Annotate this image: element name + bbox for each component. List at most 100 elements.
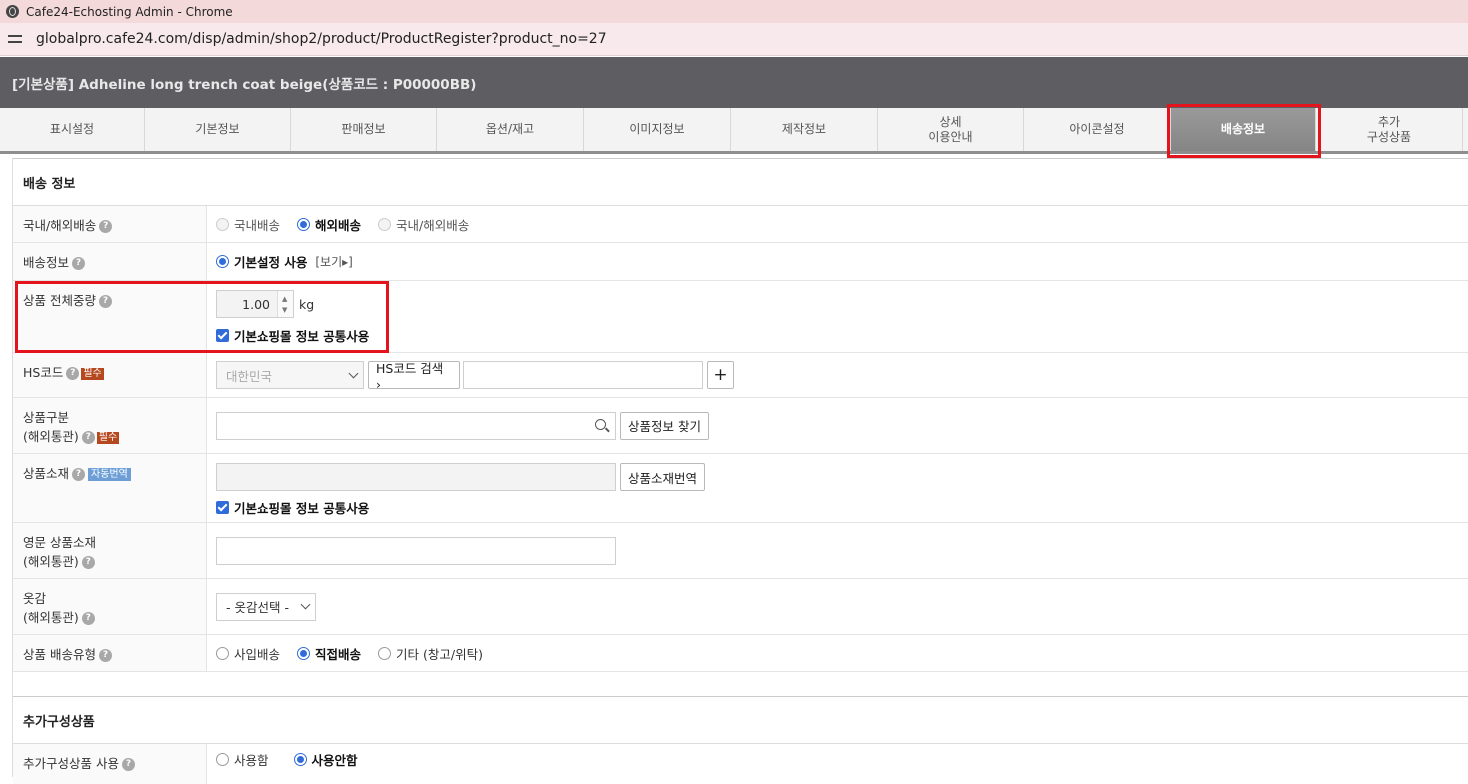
english-material-input[interactable] bbox=[216, 536, 616, 565]
shipping-section: 배송 정보 국내/해외배송? 국내배송 해외배송 국내/해외배송 배송정보? 기… bbox=[13, 158, 1468, 672]
tab-image-info[interactable]: 이미지정보 bbox=[584, 108, 731, 151]
radio-not-use[interactable]: 사용안함 bbox=[293, 750, 358, 769]
auto-translate-badge: 자동번역 bbox=[88, 468, 131, 481]
product-category-input[interactable] bbox=[216, 411, 616, 440]
weight-value: 1.00 ▲ ▼ kg 기본쇼핑몰 정보 공통사용 bbox=[207, 281, 1468, 352]
section-title: 배송 정보 bbox=[13, 159, 1468, 206]
radio-domestic[interactable]: 국내배송 bbox=[216, 215, 280, 234]
country-select[interactable]: 대한민국 bbox=[216, 361, 364, 389]
delivery-type-options: 사입배송 직접배송 기타 (창고/위탁) bbox=[207, 635, 1468, 671]
help-icon[interactable]: ? bbox=[98, 295, 112, 308]
help-icon[interactable]: ? bbox=[72, 257, 86, 270]
tab-sales-info[interactable]: 판매정보 bbox=[291, 108, 437, 151]
label-shipping-info: 배송정보? bbox=[13, 243, 207, 280]
radio-icon[interactable] bbox=[293, 752, 307, 766]
radio-purchase-delivery[interactable]: 사입배송 bbox=[216, 644, 280, 663]
radio-icon[interactable] bbox=[297, 217, 311, 231]
help-icon[interactable]: ? bbox=[81, 431, 95, 444]
weight-common-checkbox[interactable]: 기본쇼핑몰 정보 공통사용 bbox=[216, 326, 1468, 345]
weight-stepper[interactable]: ▲ ▼ bbox=[277, 291, 293, 317]
row-delivery-type: 상품 배송유형? 사입배송 직접배송 기타 (창고/위탁) bbox=[13, 635, 1468, 672]
radio-icon[interactable] bbox=[378, 646, 392, 660]
checkbox-icon[interactable] bbox=[216, 329, 229, 342]
material-input[interactable] bbox=[216, 463, 616, 491]
weight-input[interactable]: 1.00 ▲ ▼ bbox=[216, 290, 294, 318]
radio-icon[interactable] bbox=[378, 217, 392, 231]
radio-direct-delivery[interactable]: 직접배송 bbox=[297, 644, 361, 663]
radio-icon[interactable] bbox=[216, 752, 229, 766]
material-value: 상품소재번역 기본쇼핑몰 정보 공통사용 bbox=[207, 454, 1468, 522]
tab-options-stock[interactable]: 옵션/재고 bbox=[437, 108, 584, 151]
label-domestic-overseas: 국내/해외배송? bbox=[13, 206, 207, 242]
additional-use-options: 사용함 사용안함 bbox=[207, 744, 1468, 784]
tab-shipping-info[interactable]: 배송정보 bbox=[1171, 108, 1316, 151]
label-delivery-type: 상품 배송유형? bbox=[13, 635, 207, 671]
chevron-down-icon bbox=[348, 368, 359, 378]
main-content: 배송 정보 국내/해외배송? 국내배송 해외배송 국내/해외배송 배송정보? 기… bbox=[12, 158, 1468, 784]
help-icon[interactable]: ? bbox=[99, 220, 113, 233]
view-link[interactable]: [보기▸] bbox=[315, 253, 352, 270]
label-english-material: 영문 상품소재 (해외통관)? bbox=[13, 523, 207, 578]
shipping-info-value: 기본설정 사용 [보기▸] bbox=[207, 243, 1468, 280]
site-settings-icon[interactable] bbox=[8, 32, 24, 46]
tab-additional-products[interactable]: 추가 구성상품 bbox=[1316, 108, 1463, 151]
find-product-info-button[interactable]: 상품정보 찾기 bbox=[620, 411, 709, 440]
english-material-value bbox=[207, 523, 1468, 578]
product-category-value: 상품정보 찾기 bbox=[207, 398, 1468, 453]
row-hs-code: HS코드? 필수 대한민국 HS코드 검색 › + bbox=[13, 353, 1468, 398]
url-text[interactable]: globalpro.cafe24.com/disp/admin/shop2/pr… bbox=[36, 31, 607, 47]
stepper-down-icon[interactable]: ▼ bbox=[282, 306, 287, 314]
checkbox-icon[interactable] bbox=[216, 501, 229, 514]
help-icon[interactable]: ? bbox=[98, 649, 112, 662]
fabric-select[interactable]: - 옷감선택 - bbox=[216, 592, 316, 621]
required-badge: 필수 bbox=[96, 431, 120, 444]
radio-use[interactable]: 사용함 bbox=[216, 750, 269, 769]
stepper-up-icon[interactable]: ▲ bbox=[282, 295, 287, 303]
row-weight: 상품 전체중량? 1.00 ▲ ▼ kg 기본쇼핑몰 정보 공통사용 bbox=[13, 281, 1468, 353]
help-icon[interactable]: ? bbox=[121, 758, 135, 771]
radio-icon[interactable] bbox=[297, 646, 311, 660]
product-header: [기본상품] Adheline long trench coat beige(상… bbox=[0, 57, 1468, 108]
globe-icon bbox=[6, 5, 19, 18]
row-additional-use: 추가구성상품 사용? 사용함 사용안함 bbox=[13, 744, 1468, 784]
help-icon[interactable]: ? bbox=[81, 556, 95, 569]
radio-domestic-overseas[interactable]: 국내/해외배송 bbox=[378, 215, 469, 234]
label-fabric: 옷감 (해외통관)? bbox=[13, 579, 207, 634]
hs-code-value: 대한민국 HS코드 검색 › + bbox=[207, 353, 1468, 397]
label-product-category: 상품구분 (해외통관)? 필수 bbox=[13, 398, 207, 453]
material-common-checkbox[interactable]: 기본쇼핑몰 정보 공통사용 bbox=[216, 498, 1468, 517]
radio-other-delivery[interactable]: 기타 (창고/위탁) bbox=[378, 644, 483, 663]
tab-production-info[interactable]: 제작정보 bbox=[731, 108, 878, 151]
tab-icon-settings[interactable]: 아이콘설정 bbox=[1024, 108, 1171, 151]
chevron-down-icon bbox=[300, 599, 311, 610]
address-bar[interactable]: globalpro.cafe24.com/disp/admin/shop2/pr… bbox=[0, 23, 1468, 56]
radio-icon[interactable] bbox=[216, 646, 229, 660]
weight-unit: kg bbox=[299, 296, 315, 312]
translate-material-button[interactable]: 상품소재번역 bbox=[620, 463, 706, 491]
radio-icon[interactable] bbox=[216, 217, 229, 231]
required-badge: 필수 bbox=[81, 367, 104, 380]
help-icon[interactable]: ? bbox=[66, 367, 80, 380]
additional-products-section: 추가구성상품 추가구성상품 사용? 사용함 사용안함 bbox=[13, 696, 1468, 784]
radio-overseas[interactable]: 해외배송 bbox=[297, 215, 361, 234]
label-additional-use: 추가구성상품 사용? bbox=[13, 744, 207, 784]
tab-basic-info[interactable]: 기본정보 bbox=[145, 108, 291, 151]
tab-display-settings[interactable]: 표시설정 bbox=[0, 108, 145, 151]
radio-default-settings[interactable]: 기본설정 사용 bbox=[216, 252, 307, 271]
row-english-material: 영문 상품소재 (해외통관)? bbox=[13, 523, 1468, 579]
radio-icon[interactable] bbox=[216, 255, 229, 268]
browser-titlebar: Cafe24-Echosting Admin - Chrome bbox=[0, 0, 1468, 23]
help-icon[interactable]: ? bbox=[81, 612, 95, 625]
tab-bar: 표시설정 기본정보 판매정보 옵션/재고 이미지정보 제작정보 상세 이용안내 … bbox=[0, 108, 1468, 154]
page-title: [기본상품] Adheline long trench coat beige(상… bbox=[12, 76, 477, 93]
tab-detail-guide[interactable]: 상세 이용안내 bbox=[878, 108, 1024, 151]
label-weight: 상품 전체중량? bbox=[13, 281, 207, 352]
add-button[interactable]: + bbox=[707, 361, 734, 389]
hs-code-search-button[interactable]: HS코드 검색 › bbox=[368, 361, 460, 392]
label-material: 상품소재? 자동번역 bbox=[13, 454, 207, 522]
hs-code-input[interactable] bbox=[463, 361, 703, 389]
help-icon[interactable]: ? bbox=[72, 468, 86, 481]
row-material: 상품소재? 자동번역 상품소재번역 기본쇼핑몰 정보 공통사용 bbox=[13, 454, 1468, 523]
search-icon[interactable] bbox=[595, 418, 610, 432]
